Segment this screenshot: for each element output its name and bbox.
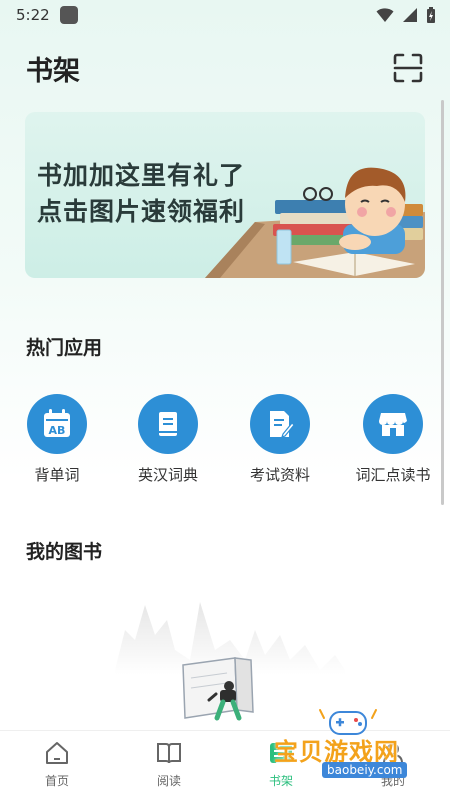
app-header: 书架 bbox=[0, 40, 450, 96]
banner-illustration bbox=[205, 167, 425, 278]
status-bar: 5:22 bbox=[0, 0, 450, 30]
app-label: 考试资料 bbox=[249, 466, 310, 484]
app-vocabulary[interactable]: AB 背单词 bbox=[2, 394, 112, 485]
app-exam-materials[interactable]: 考试资料 bbox=[225, 394, 335, 485]
app-icon-wrap: AB bbox=[27, 394, 87, 454]
book-icon bbox=[159, 412, 177, 436]
nav-label: 阅读 bbox=[156, 774, 181, 788]
promo-banner[interactable]: 书加加这里有礼了 点击图片速领福利 bbox=[25, 112, 425, 278]
app-vocab-reader[interactable]: 词汇点读书 bbox=[338, 394, 448, 485]
status-icons bbox=[376, 6, 436, 24]
app-dictionary[interactable]: 英汉词典 bbox=[113, 394, 223, 485]
svg-text:AB: AB bbox=[49, 424, 66, 437]
nav-item-reading[interactable]: 阅读 bbox=[124, 739, 214, 789]
app-icon-wrap bbox=[363, 394, 423, 454]
open-book-icon bbox=[157, 743, 181, 764]
status-time: 5:22 bbox=[16, 6, 50, 24]
site-watermark: 宝贝游戏网 baobeiy.com bbox=[266, 706, 450, 782]
notification-icon bbox=[59, 6, 78, 24]
document-edit-icon bbox=[270, 411, 295, 438]
my-books-title: 我的图书 bbox=[26, 541, 103, 563]
store-icon bbox=[379, 413, 407, 436]
nav-label: 首页 bbox=[44, 774, 69, 788]
nav-item-home[interactable]: 首页 bbox=[12, 739, 102, 789]
scan-icon[interactable] bbox=[392, 52, 424, 84]
scrollbar[interactable] bbox=[441, 100, 444, 505]
hot-apps-title: 热门应用 bbox=[26, 337, 103, 359]
battery-icon bbox=[427, 6, 435, 23]
home-icon bbox=[46, 742, 68, 764]
hot-apps-grid: AB 背单词 英汉词典 考试资料 词汇点读书 bbox=[0, 394, 450, 494]
page-title: 书架 bbox=[26, 55, 80, 87]
wifi-icon bbox=[376, 8, 394, 22]
app-label: 词汇点读书 bbox=[355, 466, 431, 484]
cellular-icon bbox=[403, 8, 417, 22]
app-icon-wrap bbox=[138, 394, 198, 454]
app-label: 英汉词典 bbox=[137, 466, 198, 484]
watermark-url: baobeiy.com bbox=[322, 762, 408, 778]
calendar-ab-icon: AB bbox=[44, 409, 70, 437]
app-icon-wrap bbox=[250, 394, 310, 454]
app-label: 背单词 bbox=[34, 466, 80, 484]
